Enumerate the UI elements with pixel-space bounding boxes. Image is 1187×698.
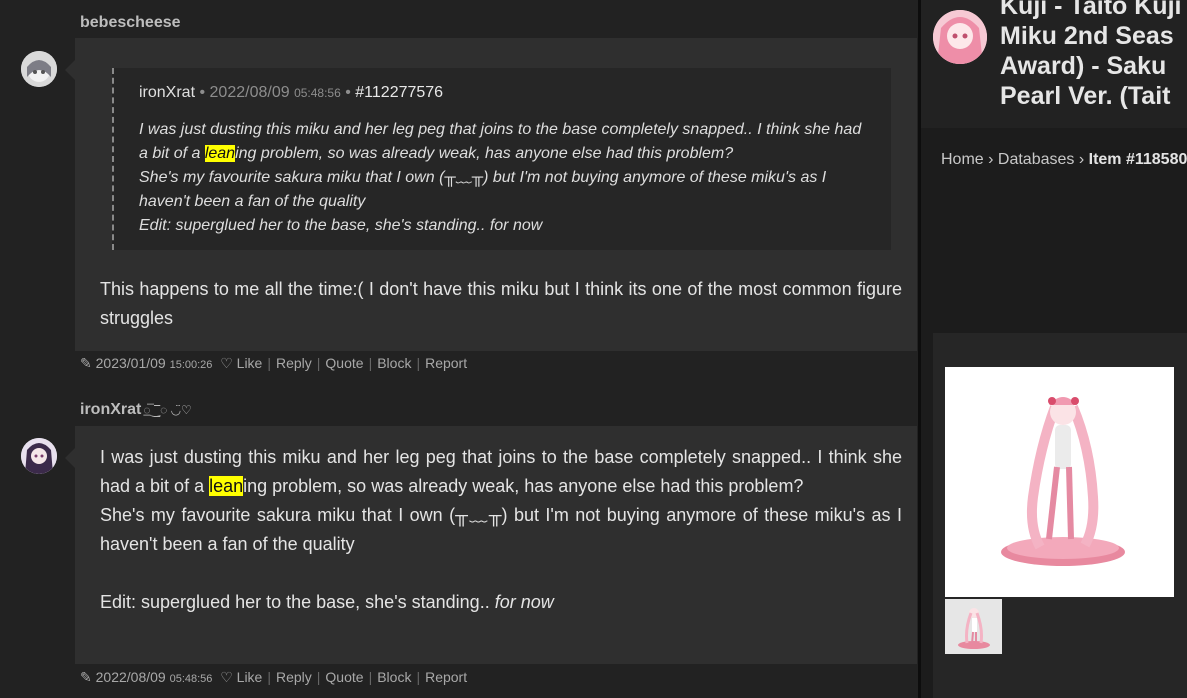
heart-icon[interactable]: ♡ [220,355,233,371]
item-header: Kuji - Taito Kuji Miku 2nd Seas Award) -… [921,0,1187,128]
breadcrumb: Home › Databases › Item #118580 [941,151,1187,168]
comment-time: 05:48:56 [169,673,213,685]
comment-text: This happens to me all the time:( I don'… [100,279,902,328]
comment-meta: ✎ 2023/01/09 15:00:26 ♡ Like | Reply | Quote… [80,355,468,371]
quote-date: 2022/08/09 [209,84,290,101]
reply-button[interactable]: Reply [276,355,312,371]
item-thumbnail[interactable] [945,599,1002,654]
comment-text: She's my favourite sakura miku that I ow… [100,505,902,554]
quote-body: I was just dusting this miku and her leg… [139,118,874,238]
breadcrumb-item: Item #118580 [1088,151,1187,168]
comment-time: 15:00:26 [169,359,213,371]
item-title: Kuji - Taito Kuji Miku 2nd Seas Award) -… [1000,0,1187,111]
report-button[interactable]: Report [425,669,467,685]
edit-icon: ✎ [80,669,92,685]
comment-body: I was just dusting this miku and her leg… [100,443,902,617]
quote-button[interactable]: Quote [325,355,363,371]
comment-bubble: ironXrat • 2022/08/09 05:48:56 • #112277… [65,38,917,351]
reply-button[interactable]: Reply [276,669,312,685]
quote-separator: • [199,84,210,101]
comment-body: This happens to me all the time:( I don'… [100,275,902,333]
user-avatar[interactable] [21,51,57,87]
item-avatar[interactable] [933,10,987,64]
like-button[interactable]: Like [237,355,263,371]
heart-icon[interactable]: ♡ [220,669,233,685]
quote-separator: • [345,84,356,101]
quote-post-id[interactable]: #112277576 [355,84,443,101]
item-title-line: Kuji - Taito Kuji [1000,0,1182,20]
quote-time: 05:48:56 [294,86,341,100]
comment-text-italic: for now [494,592,554,612]
quote-button[interactable]: Quote [325,669,363,685]
username-decoration: ◌̲̅‿̲̅◌ ◡̈♡ [143,403,192,417]
comment-date: 2022/08/09 [95,669,166,685]
user-avatar[interactable] [21,438,57,474]
quote-text: She's my favourite sakura miku that I ow… [139,169,827,210]
block-button[interactable]: Block [377,669,411,685]
like-button[interactable]: Like [237,669,263,685]
item-title-line: Award) - Saku [1000,52,1167,80]
quote-author[interactable]: ironXrat [139,84,195,101]
item-title-line: Miku 2nd Seas [1000,22,1174,50]
comment-text: ing problem, so was already weak, has an… [243,476,804,496]
item-main-image[interactable] [945,367,1174,597]
report-button[interactable]: Report [425,355,467,371]
search-highlight: lean [204,145,236,162]
comment-text: Edit: superglued her to the base, she's … [100,592,495,612]
comment-date: 2023/01/09 [95,355,166,371]
search-highlight: lean [209,476,244,496]
quoted-post: ironXrat • 2022/08/09 05:48:56 • #112277… [112,68,891,250]
quote-text: Edit: superglued her to the base, she's … [139,217,543,234]
post-username[interactable]: bebescheese [80,14,181,32]
breadcrumb-databases[interactable]: Databases [998,151,1075,168]
post-username: ironXrat ◌̲̅‿̲̅◌ ◡̈♡ [80,401,192,419]
username-link[interactable]: ironXrat [80,401,141,418]
item-title-line: Pearl Ver. (Tait [1000,82,1171,110]
edit-icon: ✎ [80,355,92,371]
breadcrumb-home[interactable]: Home [941,151,984,168]
comment-meta: ✎ 2022/08/09 05:48:56 ♡ Like | Reply | Quote… [80,669,468,685]
block-button[interactable]: Block [377,355,411,371]
quote-header: ironXrat • 2022/08/09 05:48:56 • #112277… [139,84,443,102]
comments-column: bebescheese ironXrat • 2022/08/09 05:48:… [0,0,918,698]
item-sidebar: Kuji - Taito Kuji Miku 2nd Seas Award) -… [921,0,1187,698]
quote-text: ing problem, so was already weak, has an… [235,145,734,162]
comment-bubble: I was just dusting this miku and her leg… [65,426,917,664]
